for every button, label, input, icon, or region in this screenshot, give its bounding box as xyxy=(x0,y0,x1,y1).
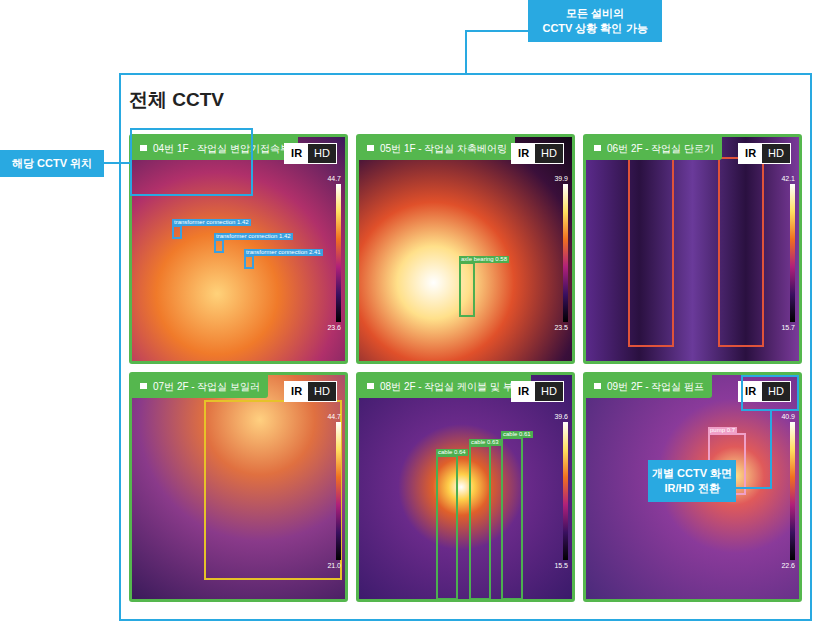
cctv-card[interactable]: axle bearing 0.58 05번 1F - 작업실 차축베어링IRHD 3… xyxy=(356,134,575,364)
camera-icon xyxy=(140,383,147,389)
connector-line xyxy=(736,487,770,489)
camera-header: 08번 2F - 작업실 케이블 및 부스 xyxy=(359,375,531,398)
detection-box xyxy=(628,157,674,347)
detection-box xyxy=(718,157,764,347)
thermal-view xyxy=(359,137,572,361)
camera-header: 06번 2F - 작업실 단로기 xyxy=(586,137,722,160)
detection-box: cable 0.61 xyxy=(501,437,523,600)
camera-header: 07번 2F - 작업실 보일러 xyxy=(132,375,268,398)
page: 전체 CCTVtransformer connection 1.42transf… xyxy=(0,0,815,624)
detection-box xyxy=(204,400,342,580)
thermal-view xyxy=(132,375,345,599)
camera-icon xyxy=(140,145,147,151)
mode-button[interactable]: HD xyxy=(762,144,790,163)
temperature-scale: 40.922.6 xyxy=(781,413,795,569)
cctv-panel: 전체 CCTVtransformer connection 1.42transf… xyxy=(119,73,812,621)
temperature-scale: 39.615.5 xyxy=(554,413,568,569)
detection-label: cable 0.61 xyxy=(501,431,533,438)
cctv-card[interactable]: transformer connection 1.42transformer c… xyxy=(129,134,348,364)
mode-button[interactable]: IR xyxy=(739,144,762,163)
mode-button[interactable]: HD xyxy=(535,144,563,163)
cctv-card[interactable]: 07번 2F - 작업실 보일러 IRHD 44.721.0 xyxy=(129,372,348,602)
detection-box: transformer connection 1.42 xyxy=(172,225,182,239)
top-callout: 모든 설비의CCTV 상황 확인 가능 xyxy=(528,0,662,42)
thermal-view xyxy=(586,137,799,361)
mode-toggle: IRHD xyxy=(511,381,564,402)
detection-label: cable 0.64 xyxy=(436,449,468,456)
mode-button[interactable]: IR xyxy=(285,144,308,163)
connector-line xyxy=(770,410,772,489)
camera-header: 05번 1F - 작업실 차축베어링 xyxy=(359,137,515,160)
camera-icon xyxy=(367,383,374,389)
mode-toggle: IRHD xyxy=(511,143,564,164)
mode-button[interactable]: IR xyxy=(512,144,535,163)
mode-button[interactable]: IR xyxy=(285,382,308,401)
mode-button[interactable]: HD xyxy=(308,382,336,401)
temperature-scale: 44.721.0 xyxy=(327,413,341,569)
temperature-scale: 44.723.6 xyxy=(327,175,341,331)
mode-button[interactable]: HD xyxy=(535,382,563,401)
detection-label: cable 0.63 xyxy=(469,439,501,446)
detection-label: transformer connection 1.42 xyxy=(214,233,293,240)
connector-line xyxy=(465,30,467,73)
mode-button[interactable]: HD xyxy=(308,144,336,163)
mode-toggle: IRHD xyxy=(738,381,791,402)
connector-line xyxy=(104,162,130,164)
mode-toggle: IRHD xyxy=(738,143,791,164)
toggle-callout: 개별 CCTV 화면IR/HD 전환 xyxy=(648,460,736,502)
detection-box: cable 0.63 xyxy=(469,445,491,600)
highlight-box xyxy=(130,128,253,196)
camera-header: 04번 1F - 작업실 변압기접속부 xyxy=(132,137,298,160)
left-callout: 해당 CCTV 위치 xyxy=(0,150,104,177)
detection-box: transformer connection 2.41 xyxy=(244,255,254,269)
detection-box: axle bearing 0.58 xyxy=(459,262,475,317)
detection-label: pump 0.7 xyxy=(708,427,737,434)
mode-button[interactable]: IR xyxy=(512,382,535,401)
highlight-box xyxy=(741,375,799,411)
detection-box: cable 0.64 xyxy=(436,455,458,600)
cctv-grid: transformer connection 1.42transformer c… xyxy=(129,134,802,602)
mode-button[interactable]: HD xyxy=(762,382,790,401)
detection-label: transformer connection 1.42 xyxy=(172,219,251,226)
mode-toggle: IRHD xyxy=(284,381,337,402)
temperature-scale: 42.115.7 xyxy=(781,175,795,331)
camera-icon xyxy=(594,383,601,389)
detection-label: axle bearing 0.58 xyxy=(459,256,509,263)
camera-header: 09번 2F - 작업실 펌프 xyxy=(586,375,712,398)
connector-line xyxy=(465,30,528,32)
detection-label: transformer connection 2.41 xyxy=(244,249,323,256)
detection-box: transformer connection 1.42 xyxy=(214,239,224,253)
temperature-scale: 39.923.5 xyxy=(554,175,568,331)
thermal-view xyxy=(359,375,572,599)
panel-title: 전체 CCTV xyxy=(129,75,802,134)
camera-icon xyxy=(594,145,601,151)
mode-toggle: IRHD xyxy=(284,143,337,164)
cctv-card[interactable]: 06번 2F - 작업실 단로기 IRHD 42.115.7 xyxy=(583,134,802,364)
cctv-card[interactable]: cable 0.64cable 0.63cable 0.6108번 2F - 작… xyxy=(356,372,575,602)
camera-icon xyxy=(367,145,374,151)
